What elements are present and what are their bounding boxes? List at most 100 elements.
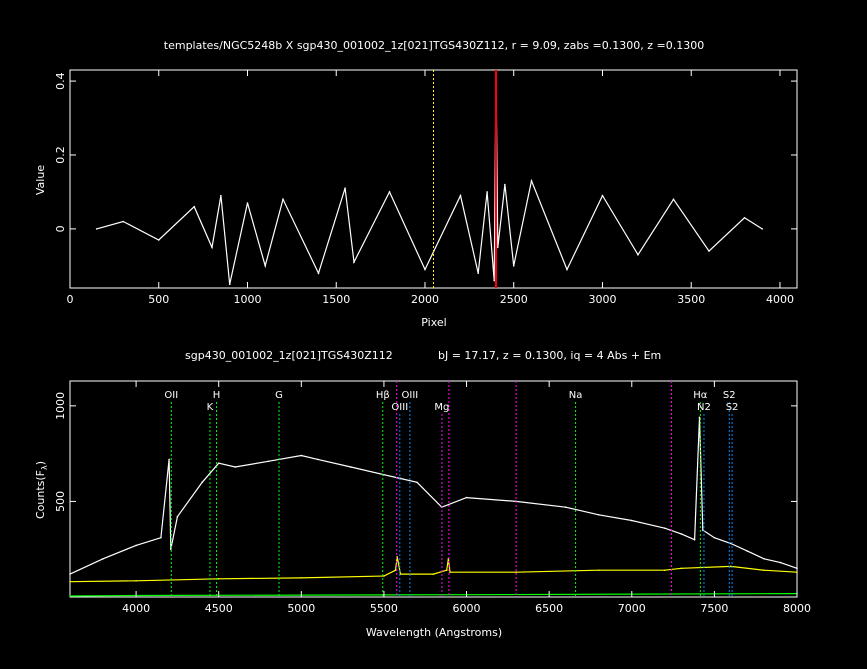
data-point (383, 473, 385, 476)
data-point (317, 272, 320, 275)
data-point (264, 265, 267, 267)
data-point (394, 569, 397, 572)
data-point (597, 569, 600, 572)
y-tick-label: 1000 (54, 392, 67, 420)
x-tick-label: 1000 (233, 293, 261, 306)
spectral-line-label: K (207, 402, 214, 413)
data-point (234, 466, 237, 468)
data-point (730, 542, 732, 545)
data-point (698, 416, 701, 419)
data-point (630, 519, 633, 522)
data-point (515, 571, 517, 573)
series-line (69, 592, 798, 597)
y-tick-label: 0.4 (54, 72, 67, 90)
top-x-axis-label: Pixel (421, 316, 446, 329)
x-tick-label: 5000 (287, 602, 315, 615)
data-point (157, 239, 160, 241)
data-point (601, 194, 604, 197)
data-point (702, 529, 704, 531)
data-point (672, 198, 675, 201)
y-tick-label: 0.2 (54, 146, 67, 164)
y-tick-label: 0 (54, 225, 67, 232)
spectral-line-label: Na (569, 390, 583, 401)
data-point (693, 538, 696, 541)
data-point (761, 228, 764, 230)
x-tick-label: 3500 (677, 293, 705, 306)
data-point (168, 458, 170, 461)
data-point (211, 246, 213, 249)
data-point (228, 283, 231, 286)
x-tick-label: 1500 (322, 293, 350, 306)
data-point (459, 194, 462, 197)
data-point (796, 571, 798, 573)
data-point (300, 454, 303, 457)
bottom-y-axis-label-main: Counts(F (34, 470, 47, 519)
data-point (300, 577, 303, 579)
bottom-x-axis-label: Wavelength (Angstroms) (366, 626, 502, 639)
data-point (122, 220, 125, 223)
x-tick-label: 5500 (370, 602, 398, 615)
x-tick-label: 4000 (766, 293, 794, 306)
data-point (160, 536, 162, 539)
data-point (344, 187, 346, 190)
series-line (69, 417, 798, 575)
spectral-line-label: OIII (402, 390, 419, 401)
data-point (217, 578, 220, 580)
data-point (664, 569, 666, 572)
spectral-line-label: S2 (723, 390, 736, 401)
spectrum-plot: sgp430_001002_1z[021]TGS430Z112 bJ = 17.… (34, 349, 811, 639)
data-point (504, 183, 506, 186)
data-point (496, 246, 499, 249)
data-point (102, 557, 104, 560)
data-point (763, 557, 765, 560)
bottom-subtitle: bJ = 17.17, z = 0.1300, iq = 4 Abs + Em (438, 349, 661, 362)
spectral-line-label: OIII (391, 402, 408, 413)
data-point (730, 565, 732, 568)
data-point (135, 579, 137, 582)
spectral-line-label: Mg (434, 402, 449, 413)
data-point (637, 253, 639, 256)
bottom-title: sgp430_001002_1z[021]TGS430Z112 (185, 349, 393, 362)
data-point (416, 481, 418, 484)
data-point (424, 268, 426, 271)
x-tick-label: 2500 (500, 293, 528, 306)
cross-correlation-plot: templates/NGC5248b X sgp430_001002_1z[02… (34, 39, 798, 329)
data-point (680, 533, 683, 535)
data-point (449, 571, 451, 573)
spectral-line-label: G (275, 390, 283, 401)
data-point (493, 279, 496, 282)
data-point (432, 573, 435, 575)
data-point (664, 527, 666, 529)
x-tick-label: 7000 (618, 602, 646, 615)
data-point (512, 265, 515, 267)
data-point (713, 536, 716, 539)
data-point (763, 569, 765, 572)
data-point (353, 261, 355, 263)
bottom-y-axis-label-end: ) (34, 461, 47, 465)
data-point (383, 575, 385, 577)
spectral-line-label: OII (164, 390, 178, 401)
x-tick-label: 7500 (700, 602, 728, 615)
spectral-line-label: H (213, 390, 221, 401)
data-point (746, 550, 749, 552)
bottom-plot-frame (69, 380, 798, 598)
data-point (796, 567, 798, 570)
data-point (477, 272, 480, 275)
data-point (530, 180, 533, 182)
data-point (350, 466, 352, 468)
top-y-axis-label: Value (34, 165, 47, 195)
data-point (246, 202, 249, 204)
data-point (564, 506, 567, 508)
data-point (597, 514, 600, 516)
x-tick-label: 4500 (205, 602, 233, 615)
data-point (69, 573, 71, 575)
data-point (486, 191, 488, 193)
data-point (445, 569, 448, 572)
x-tick-label: 3000 (588, 293, 616, 306)
x-tick-label: 6500 (535, 602, 563, 615)
spectral-line-label: N2 (697, 402, 711, 413)
data-point (217, 462, 220, 464)
data-point (708, 250, 710, 252)
spectral-line-label: Hβ (376, 390, 390, 401)
figure: templates/NGC5248b X sgp430_001002_1z[02… (34, 39, 811, 639)
